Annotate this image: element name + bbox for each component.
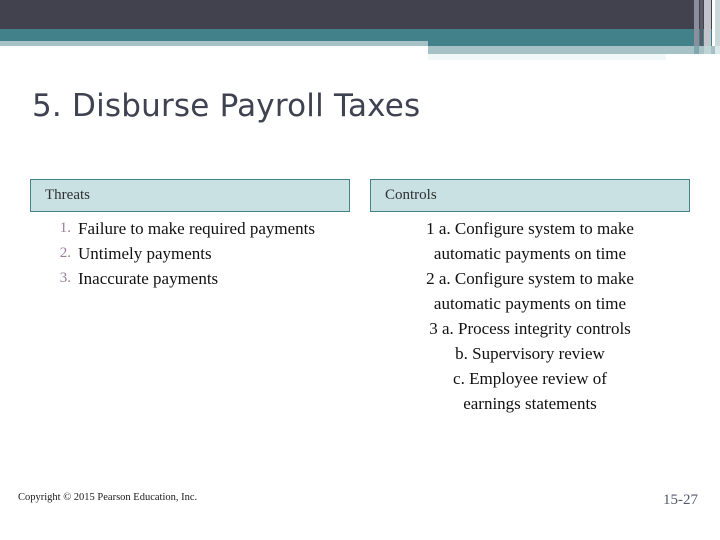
threat-text: Untimely payments [78, 244, 212, 263]
list-item: b. Supervisory review [455, 344, 605, 363]
list-item: 1 a. Configure system to make [426, 219, 634, 238]
threat-text: Failure to make required payments [78, 219, 315, 238]
column-header-controls: Controls [370, 179, 690, 212]
copyright-notice: Copyright © 2015 Pearson Education, Inc. [18, 492, 198, 503]
threat-text: Inaccurate payments [78, 269, 219, 288]
threats-controls-table: Threats Controls Failure to make require… [0, 0, 720, 540]
slide-footer: Copyright © 2015 Pearson Education, Inc.… [0, 492, 720, 522]
threats-list: Failure to make required payments Untime… [30, 216, 350, 291]
list-item: earnings statements [463, 394, 597, 413]
list-item: automatic payments on time [433, 244, 627, 263]
column-header-threats-label: Threats [45, 187, 90, 203]
column-header-threats: Threats [30, 179, 350, 212]
list-item: 2 a. Configure system to make [426, 269, 634, 288]
column-header-controls-label: Controls [385, 187, 437, 203]
list-item: Inaccurate payments [47, 266, 350, 291]
list-item: c. Employee review of [453, 369, 607, 388]
list-item: Untimely payments [47, 241, 350, 266]
list-item: Failure to make required payments [47, 216, 350, 241]
page-number: 15-27 [663, 492, 698, 508]
threats-column-body: Failure to make required payments Untime… [30, 216, 350, 291]
list-item: automatic payments on time [433, 294, 627, 313]
controls-column-body: 1 a. Configure system to make automatic … [370, 216, 690, 416]
list-item: 3 a. Process integrity controls [429, 319, 631, 338]
